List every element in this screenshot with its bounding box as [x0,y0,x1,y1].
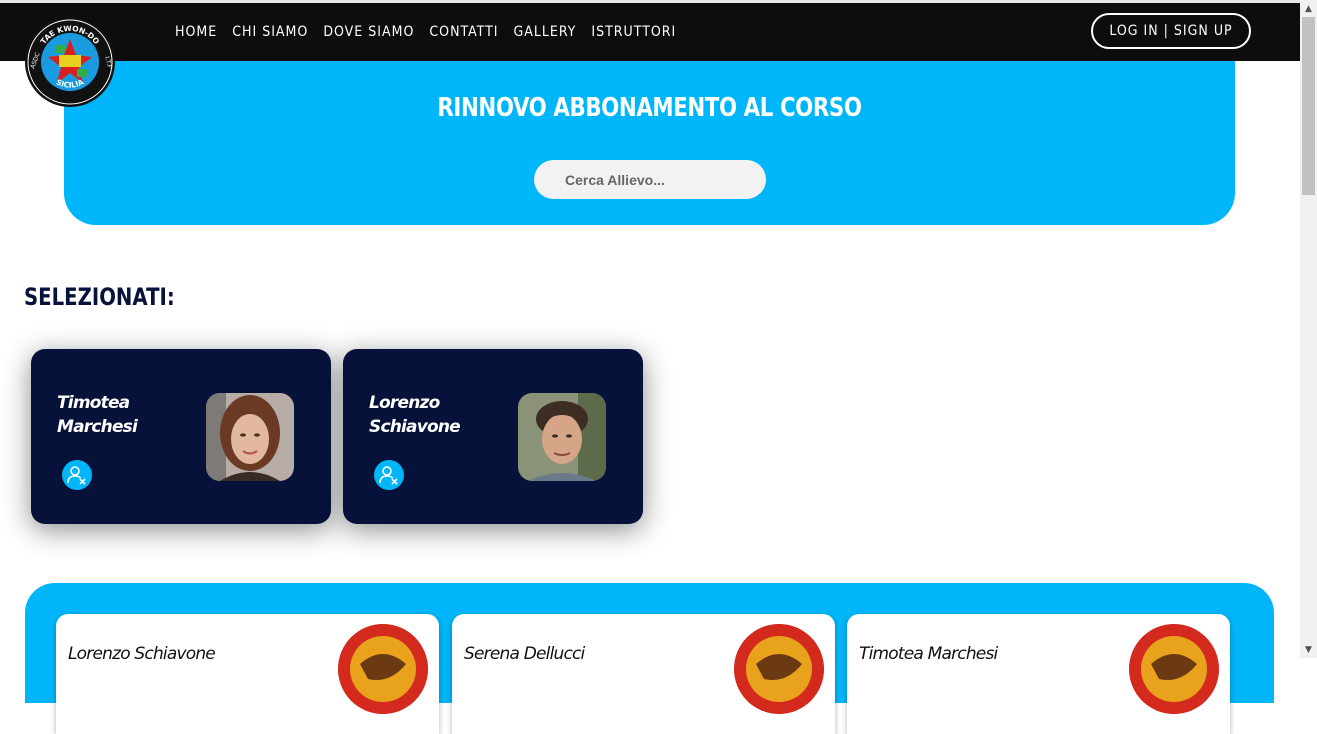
student-name: Lorenzo Schiavone [68,644,216,664]
club-logo-emblem: TAE KWON-DO SICILIA ASDC I.T.F [26,18,114,106]
club-badge-icon [734,624,824,714]
selected-card: Lorenzo Schiavone [343,349,643,524]
search-input[interactable] [534,160,766,199]
student-card[interactable]: Timotea Marchesi [847,614,1230,734]
student-card[interactable]: Lorenzo Schiavone [56,614,439,734]
selected-last-name: Marchesi [57,417,138,437]
scroll-up-arrow-icon[interactable]: ▲ [1300,0,1317,17]
nav-dove-siamo[interactable]: DOVE SIAMO [323,24,414,40]
club-logo[interactable]: TAE KWON-DO SICILIA ASDC I.T.F [25,17,115,107]
nav-chi-siamo[interactable]: CHI SIAMO [232,24,308,40]
remove-student-button[interactable] [62,460,92,490]
club-badge-icon [1129,624,1219,714]
student-list-section: Lorenzo Schiavone Serena Dellucci Timote… [25,583,1274,734]
selected-first-name: Lorenzo [369,393,440,413]
page-title: RINNOVO ABBONAMENTO AL CORSO [437,93,862,123]
main-nav: HOME CHI SIAMO DOVE SIAMO CONTATTI GALLE… [175,3,676,61]
student-photo [518,393,606,481]
selected-card: Timotea Marchesi [31,349,331,524]
nav-home[interactable]: HOME [175,24,217,40]
selected-last-name: Schiavone [369,417,461,437]
scroll-down-arrow-icon[interactable]: ▼ [1300,641,1317,658]
header-bar: HOME CHI SIAMO DOVE SIAMO CONTATTI GALLE… [0,3,1300,61]
scrollbar-thumb[interactable] [1302,17,1315,195]
remove-student-button[interactable] [374,460,404,490]
selected-first-name: Timotea [57,393,130,413]
selected-heading: SELEZIONATI: [24,283,175,311]
club-badge-icon [338,624,428,714]
nav-gallery[interactable]: GALLERY [513,24,576,40]
login-signup-button[interactable]: LOG IN | SIGN UP [1091,13,1251,49]
page-scrollbar[interactable]: ▲ ▼ [1300,0,1317,658]
user-remove-icon [67,466,86,485]
nav-contatti[interactable]: CONTATTI [429,24,498,40]
selected-student-name: Timotea Marchesi [57,391,177,439]
hero-panel: RINNOVO ABBONAMENTO AL CORSO [64,61,1235,225]
student-card[interactable]: Serena Dellucci [452,614,835,734]
student-name: Timotea Marchesi [859,644,998,664]
student-name: Serena Dellucci [464,644,585,664]
user-remove-icon [379,466,398,485]
nav-istruttori[interactable]: ISTRUTTORI [591,24,676,40]
selected-student-name: Lorenzo Schiavone [369,391,489,439]
student-photo [206,393,294,481]
